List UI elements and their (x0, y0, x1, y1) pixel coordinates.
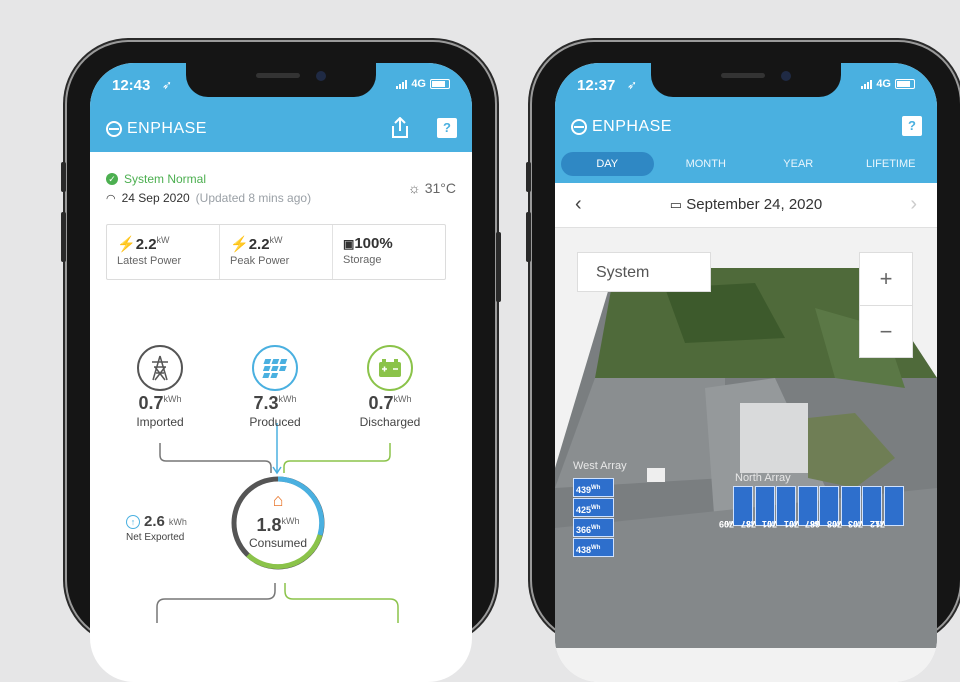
solar-panel-icon (252, 345, 298, 391)
zoom-controls: + − (859, 252, 913, 358)
exported-info[interactable]: ↑ 2.6 kWh Net Exported (126, 513, 187, 543)
status-indicators: 4G (396, 78, 450, 90)
status-time: 12:43 (112, 77, 151, 94)
battery-icon (895, 79, 915, 89)
calendar-icon: ▭ (669, 197, 683, 212)
north-panel-cell[interactable]: 712 Wh (869, 486, 904, 529)
home-icon: ⌂ (272, 490, 284, 510)
battery-small-icon: ▣ (343, 237, 355, 251)
exported-value: 2.6 (144, 513, 165, 530)
stat-value: 2.2 (248, 236, 270, 253)
weather: ☼ 31°C (408, 180, 456, 196)
phone-notch (651, 63, 841, 97)
status-date: 24 Sep 2020 (121, 191, 190, 205)
battery-storage-icon (367, 345, 413, 391)
app-screen-array: 12:37 ➶ 4G ENPHASE ? DAY MONTH YEAR LIFE… (555, 63, 937, 682)
brand-name: ENPHASE (592, 118, 672, 135)
enphase-logo-icon (571, 119, 587, 135)
signal-icon (861, 79, 873, 89)
location-icon: ➶ (162, 78, 173, 92)
imported-unit: kWh (163, 394, 182, 404)
status-indicators: 4G (861, 78, 915, 90)
updated-text: (Updated 8 mins ago) (195, 191, 312, 205)
help-button[interactable]: ? (437, 118, 457, 138)
stat-storage: ▣100% Storage (333, 225, 445, 279)
check-icon: ✓ (106, 173, 118, 185)
status-time: 12:37 (577, 77, 616, 94)
imported-node[interactable]: 0.7kWh Imported (115, 345, 205, 429)
phone-notch (186, 63, 376, 97)
exported-label: Net Exported (126, 532, 185, 543)
zoom-out-button[interactable]: − (860, 306, 912, 357)
produced-value: 7.3 (253, 393, 279, 413)
date-navigator: ‹ ▭ September 24, 2020 › (555, 183, 937, 228)
app-screen-overview: 12:43 ➶ 4G ENPHASE ? ✓ System Normal ◠ 2… (90, 63, 472, 682)
discharged-node[interactable]: 0.7kWh Discharged (345, 345, 435, 429)
system-status: ✓ System Normal ◠ 24 Sep 2020 (Updated 8… (106, 172, 311, 205)
imported-value: 0.7 (138, 393, 164, 413)
enphase-logo-icon (106, 121, 122, 137)
tab-day[interactable]: DAY (561, 152, 654, 176)
tab-month[interactable]: MONTH (660, 152, 753, 176)
west-panel-cell[interactable]: 366Wh (573, 518, 614, 537)
stat-latest-power: ⚡2.2kW Latest Power (107, 225, 220, 279)
transmission-tower-icon (137, 345, 183, 391)
stat-label: Peak Power (230, 255, 290, 267)
network-label: 4G (411, 78, 426, 90)
stat-unit: kW (156, 235, 170, 245)
discharged-unit: kWh (393, 394, 412, 404)
network-label: 4G (876, 78, 891, 90)
wifi-icon: ◠ (106, 192, 116, 205)
help-button[interactable]: ? (902, 116, 922, 136)
phone-frame-right: 12:37 ➶ 4G ENPHASE ? DAY MONTH YEAR LIFE… (526, 42, 960, 682)
enphase-logo: ENPHASE (106, 120, 207, 138)
period-tabs: DAY MONTH YEAR LIFETIME (555, 152, 937, 176)
discharged-label: Discharged (359, 415, 421, 429)
tab-lifetime[interactable]: LIFETIME (845, 152, 938, 176)
stat-value: 100% (354, 235, 393, 252)
system-dropdown[interactable]: System (577, 252, 711, 292)
upload-arrow-icon: ↑ (126, 514, 140, 529)
west-array-label: West Array (573, 460, 627, 472)
brand-name: ENPHASE (127, 120, 207, 137)
current-date[interactable]: September 24, 2020 (686, 196, 822, 213)
tab-year[interactable]: YEAR (752, 152, 845, 176)
stat-value: 2.2 (135, 236, 157, 253)
bolt-icon: ⚡ (117, 236, 136, 253)
consumed-value: 1.8 (256, 515, 282, 535)
temperature: 31°C (424, 180, 456, 196)
stat-label: Storage (343, 254, 382, 266)
next-date-button[interactable]: › (910, 193, 917, 216)
zoom-in-button[interactable]: + (860, 253, 912, 306)
sun-icon: ☼ (407, 180, 421, 196)
signal-icon (396, 79, 408, 89)
west-panel-cell[interactable]: 425Wh (573, 498, 614, 517)
system-status-text: System Normal (124, 172, 207, 186)
consumed-label: Consumed (248, 536, 308, 550)
produced-node[interactable]: 7.3kWh Produced (230, 345, 320, 429)
phone-frame-left: 12:43 ➶ 4G ENPHASE ? ✓ System Normal ◠ 2… (61, 42, 501, 682)
west-panel-cell[interactable]: 439Wh (573, 478, 614, 497)
produced-label: Produced (249, 415, 301, 429)
west-panel-cell[interactable]: 438Wh (573, 538, 614, 557)
enphase-logo: ENPHASE (571, 118, 672, 136)
consumed-info: ⌂ 1.8kWh Consumed (228, 491, 328, 550)
imported-label: Imported (136, 415, 184, 429)
produced-unit: kWh (278, 394, 297, 404)
location-icon: ➶ (627, 78, 638, 92)
consumed-unit: kWh (281, 516, 300, 526)
battery-icon (430, 79, 450, 89)
bolt-icon: ⚡ (230, 236, 249, 253)
north-array-label: North Array (735, 472, 791, 484)
exported-unit: kWh (168, 516, 187, 527)
array-map[interactable]: System + − West Array North Array 439Wh 4… (555, 228, 937, 682)
stat-unit: kW (269, 235, 283, 245)
power-stats-card: ⚡2.2kW Latest Power ⚡2.2kW Peak Power ▣1… (106, 224, 446, 280)
stat-label: Latest Power (117, 255, 182, 267)
share-icon[interactable] (390, 117, 410, 139)
discharged-value: 0.7 (368, 393, 394, 413)
stat-peak-power: ⚡2.2kW Peak Power (220, 225, 333, 279)
